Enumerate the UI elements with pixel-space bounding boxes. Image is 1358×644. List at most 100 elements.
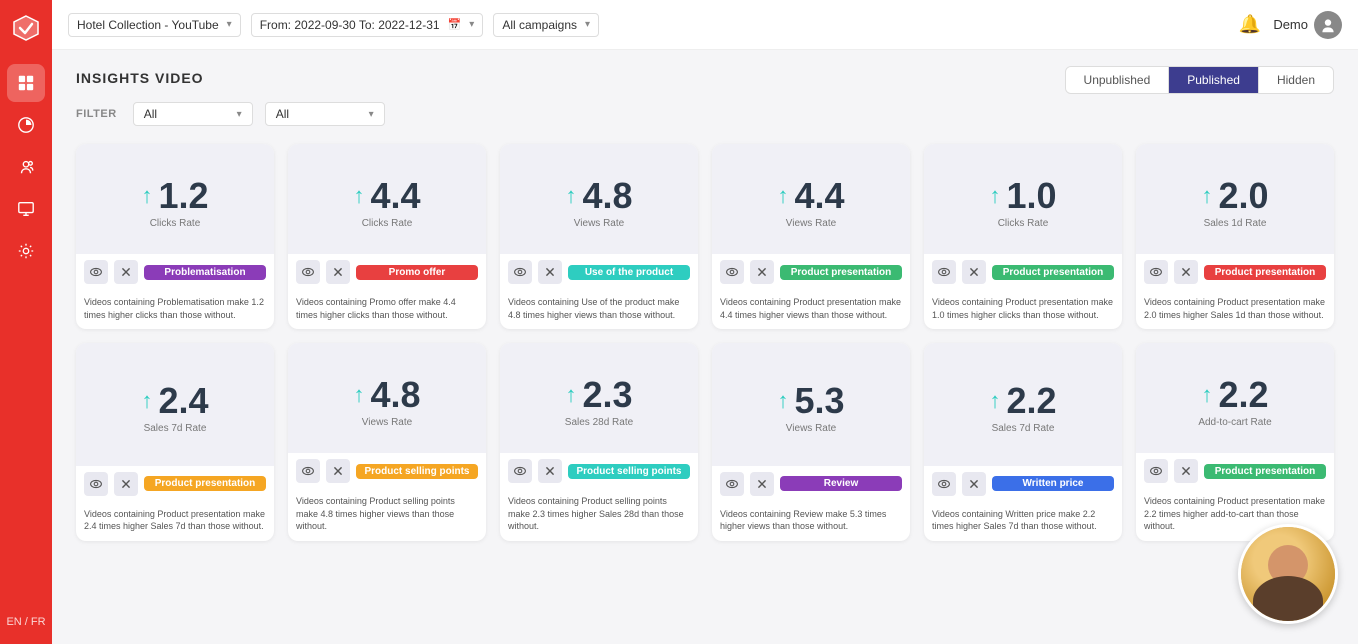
- card-remove-button[interactable]: [750, 260, 774, 284]
- card-metric-area: ↑ 4.4 Clicks Rate: [288, 144, 486, 254]
- card-eye-button[interactable]: [1144, 459, 1168, 483]
- card-actions: Problematisation: [76, 254, 274, 290]
- card-eye-button[interactable]: [508, 260, 532, 284]
- card-value-row: ↑ 2.0: [1201, 178, 1268, 214]
- sidebar-item-analytics[interactable]: [7, 106, 45, 144]
- card-eye-button[interactable]: [1144, 260, 1168, 284]
- card-description: Videos containing Written price make 2.2…: [924, 502, 1122, 541]
- card-remove-button[interactable]: [326, 459, 350, 483]
- campaigns-select[interactable]: All campaigns ▾: [493, 13, 599, 37]
- sidebar-logo[interactable]: [10, 12, 42, 44]
- card-tag: Product presentation: [1204, 265, 1326, 280]
- card-metric-area: ↑ 2.2 Sales 7d Rate: [924, 343, 1122, 466]
- card-eye-button[interactable]: [84, 260, 108, 284]
- card-tag: Review: [780, 476, 902, 491]
- calendar-icon: 📅: [448, 18, 462, 31]
- campaigns-chevron-icon: ▾: [585, 19, 590, 30]
- card-metric-area: ↑ 5.3 Views Rate: [712, 343, 910, 466]
- card-remove-button[interactable]: [538, 260, 562, 284]
- card-value-row: ↑ 1.0: [989, 178, 1056, 214]
- card-arrow-icon: ↑: [1201, 382, 1212, 408]
- card-eye-button[interactable]: [932, 260, 956, 284]
- card-description: Videos containing Product presentation m…: [1136, 290, 1334, 329]
- card-description: Videos containing Product presentation m…: [712, 290, 910, 329]
- card-tag: Product presentation: [992, 265, 1114, 280]
- card-item: ↑ 2.4 Sales 7d Rate Product presentation…: [76, 343, 274, 541]
- card-actions: Product presentation: [1136, 453, 1334, 489]
- user-label: Demo: [1273, 17, 1308, 32]
- filter-select-2[interactable]: All ▾: [265, 102, 385, 126]
- card-description: Videos containing Problematisation make …: [76, 290, 274, 329]
- card-metric-name: Clicks Rate: [362, 218, 413, 229]
- tab-published[interactable]: Published: [1169, 67, 1259, 93]
- card-tag: Problematisation: [144, 265, 266, 280]
- card-tag: Product selling points: [356, 464, 478, 479]
- card-remove-button[interactable]: [962, 260, 986, 284]
- card-tag: Product presentation: [780, 265, 902, 280]
- card-remove-button[interactable]: [1174, 459, 1198, 483]
- card-eye-button[interactable]: [296, 459, 320, 483]
- filter-2-value: All: [276, 107, 289, 121]
- card-eye-button[interactable]: [720, 472, 744, 496]
- card-eye-button[interactable]: [720, 260, 744, 284]
- card-eye-button[interactable]: [932, 472, 956, 496]
- filter-select-1[interactable]: All ▾: [133, 102, 253, 126]
- card-remove-button[interactable]: [962, 472, 986, 496]
- card-metric-name: Views Rate: [574, 218, 624, 229]
- sidebar-item-settings[interactable]: [7, 232, 45, 270]
- card-item: ↑ 2.2 Add-to-cart Rate Product presentat…: [1136, 343, 1334, 541]
- card-remove-button[interactable]: [750, 472, 774, 496]
- sidebar-item-dashboard[interactable]: [7, 64, 45, 102]
- date-range-select[interactable]: From: 2022-09-30 To: 2022-12-31 📅 ▾: [251, 13, 484, 37]
- channel-select[interactable]: Hotel Collection - YouTube ▾: [68, 13, 241, 37]
- card-actions: Product selling points: [288, 453, 486, 489]
- sidebar-item-monitor[interactable]: [7, 190, 45, 228]
- card-actions: Product presentation: [924, 254, 1122, 290]
- card-metric-name: Views Rate: [786, 423, 836, 434]
- card-value: 2.4: [158, 383, 208, 419]
- card-remove-button[interactable]: [326, 260, 350, 284]
- card-metric-name: Sales 1d Rate: [1204, 218, 1267, 229]
- card-eye-button[interactable]: [508, 459, 532, 483]
- lang-switch[interactable]: EN / FR: [2, 612, 49, 632]
- card-metric-area: ↑ 1.0 Clicks Rate: [924, 144, 1122, 254]
- card-arrow-icon: ↑: [353, 382, 364, 408]
- card-actions: Product presentation: [76, 466, 274, 502]
- card-value-row: ↑ 4.8: [353, 377, 420, 413]
- card-remove-button[interactable]: [114, 260, 138, 284]
- sidebar-item-insights[interactable]: [7, 148, 45, 186]
- notification-bell-icon[interactable]: 🔔: [1239, 14, 1261, 35]
- card-metric-area: ↑ 2.2 Add-to-cart Rate: [1136, 343, 1334, 453]
- card-value-row: ↑ 4.4: [777, 178, 844, 214]
- card-value-row: ↑ 2.3: [565, 377, 632, 413]
- card-metric-area: ↑ 2.0 Sales 1d Rate: [1136, 144, 1334, 254]
- card-tag: Product selling points: [568, 464, 690, 479]
- card-metric-area: ↑ 4.8 Views Rate: [288, 343, 486, 453]
- card-remove-button[interactable]: [1174, 260, 1198, 284]
- card-remove-button[interactable]: [114, 472, 138, 496]
- topbar: Hotel Collection - YouTube ▾ From: 2022-…: [52, 0, 1358, 50]
- card-arrow-icon: ↑: [565, 183, 576, 209]
- card-value: 2.3: [582, 377, 632, 413]
- card-value: 4.8: [370, 377, 420, 413]
- card-description: Videos containing Product presentation m…: [76, 502, 274, 541]
- card-value-row: ↑ 2.2: [1201, 377, 1268, 413]
- card-item: ↑ 4.8 Views Rate Product selling points …: [288, 343, 486, 541]
- tab-hidden[interactable]: Hidden: [1259, 67, 1333, 93]
- card-eye-button[interactable]: [84, 472, 108, 496]
- card-metric-name: Sales 7d Rate: [144, 423, 207, 434]
- card-item: ↑ 2.0 Sales 1d Rate Product presentation…: [1136, 144, 1334, 329]
- tab-unpublished[interactable]: Unpublished: [1066, 67, 1170, 93]
- card-eye-button[interactable]: [296, 260, 320, 284]
- filter-2-chevron-icon: ▾: [369, 109, 374, 120]
- card-actions: Use of the product: [500, 254, 698, 290]
- person-body: [1253, 576, 1323, 621]
- card-arrow-icon: ↑: [989, 388, 1000, 414]
- card-tag: Written price: [992, 476, 1114, 491]
- card-metric-name: Clicks Rate: [998, 218, 1049, 229]
- topbar-right: 🔔 Demo: [1239, 11, 1342, 39]
- user-menu[interactable]: Demo: [1273, 11, 1342, 39]
- card-value-row: ↑ 1.2: [141, 178, 208, 214]
- channel-label: Hotel Collection - YouTube: [77, 18, 219, 32]
- card-remove-button[interactable]: [538, 459, 562, 483]
